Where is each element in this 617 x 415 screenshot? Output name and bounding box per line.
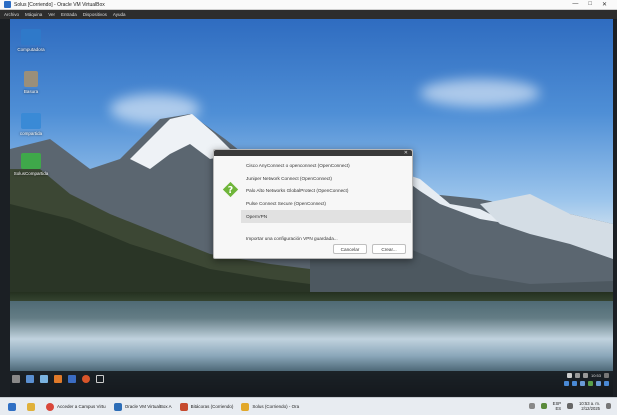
folder-icon <box>27 402 35 411</box>
show-desktop-icon[interactable] <box>26 375 34 383</box>
power-icon[interactable] <box>604 373 609 378</box>
computer-icon <box>21 29 41 45</box>
restore-button[interactable]: □ <box>588 1 592 8</box>
software-center-icon[interactable] <box>68 375 76 383</box>
taskbar-item-chrome[interactable]: Acceder a Campus Virtu <box>46 402 106 411</box>
menu-ayuda[interactable]: Ayuda <box>113 12 126 17</box>
shared-folder-icon <box>21 153 41 169</box>
vbox-titlebar: Solus [Corriendo] - Oracle VM VirtualBox… <box>0 0 617 10</box>
taskbar-item-label: Acceder a Campus Virtu <box>57 404 106 409</box>
guest-desktop: Computadora Basura compartida SolusCompa… <box>10 19 613 396</box>
volume-icon[interactable] <box>582 373 588 378</box>
speaker-icon[interactable] <box>567 403 574 409</box>
menu-entrada[interactable]: Entrada <box>61 12 77 17</box>
notification-icon[interactable] <box>566 373 572 378</box>
host-clock[interactable]: 10:53 a. m. 2/12/2025 <box>579 401 600 411</box>
desktop-icon-solus-shared[interactable]: SolusCompartida <box>14 153 48 176</box>
window-title: Solus [Corriendo] - Oracle VM VirtualBox <box>14 1 105 8</box>
chevron-up-icon[interactable] <box>528 403 535 409</box>
vpn-type-list: Cisco AnyConnect o openconnect (OpenConn… <box>241 159 411 223</box>
taskbar-item-vm-bitacoras[interactable]: Bitácoras (Corriendo) <box>179 402 234 411</box>
guest-clock: 10:53 <box>590 373 601 378</box>
vpn-type-dialog: ✕ ? Cisco AnyConnect o openconnect (Open… <box>213 149 413 259</box>
svg-text:?: ? <box>228 185 233 196</box>
taskbar-item-vm-solus[interactable]: Solus (Corriendo) - Ora <box>241 402 300 411</box>
shared-folder-icon <box>21 113 41 129</box>
app-menu-icon[interactable] <box>12 375 20 383</box>
vbox-status-icon <box>588 381 593 386</box>
clock-date: 2/12/2025 <box>581 406 600 411</box>
taskbar-item-label: Solus (Corriendo) - Ora <box>252 404 300 409</box>
desktop-icon-label: compartida <box>19 131 43 136</box>
cancel-button[interactable]: Cancelar <box>333 244 367 254</box>
virtualbox-icon <box>113 402 122 411</box>
virtualbox-icon <box>241 402 250 411</box>
trash-icon <box>24 71 38 87</box>
chrome-icon <box>46 402 54 411</box>
desktop-icon-trash[interactable]: Basura <box>14 71 48 94</box>
file-manager-icon <box>8 402 16 411</box>
network-icon[interactable] <box>540 403 547 409</box>
window-icon[interactable] <box>96 375 104 383</box>
import-vpn-config-option[interactable]: Importar una configuración VPN guardada.… <box>241 233 411 244</box>
taskbar-item-files[interactable] <box>8 402 19 411</box>
vbox-status-icon <box>564 381 569 386</box>
vpn-option-juniper[interactable]: Juniper Network Connect (OpenConnect) <box>241 172 411 185</box>
language-sub: ES <box>555 406 562 411</box>
virtualbox-icon <box>179 402 188 411</box>
vbox-status-icon <box>596 381 601 386</box>
desktop-icon-computer[interactable]: Computadora <box>14 29 48 52</box>
vpn-question-icon: ? <box>222 181 239 198</box>
desktop-icon-label: Computadora <box>17 47 45 52</box>
network-icon[interactable] <box>574 373 580 378</box>
guest-panel: 10:53 <box>10 371 613 396</box>
close-button[interactable]: ✕ <box>602 1 607 8</box>
language-indicator[interactable]: ESP ES <box>553 401 561 411</box>
dialog-titlebar: ✕ <box>214 150 412 156</box>
vbox-menubar: Archivo Máquina Ver Entrada Dispositivos… <box>0 10 617 19</box>
virtualbox-icon <box>4 1 11 8</box>
vpn-option-openvpn[interactable]: OpenVPN <box>241 210 411 223</box>
vpn-option-pulse[interactable]: Pulse Connect Secure (OpenConnect) <box>241 197 411 210</box>
screen: Solus [Corriendo] - Oracle VM VirtualBox… <box>0 0 617 415</box>
menu-ver[interactable]: Ver <box>48 12 55 17</box>
menu-maquina[interactable]: Máquina <box>25 12 42 17</box>
ubuntu-icon[interactable] <box>82 375 90 383</box>
desktop-icon-label: SolusCompartida <box>13 171 49 176</box>
vbox-status-icon <box>580 381 585 386</box>
notifications-icon[interactable] <box>606 403 611 409</box>
taskbar-item-label: Bitácoras (Corriendo) <box>190 404 234 409</box>
taskbar-item-virtualbox-manager[interactable]: Oracle VM VirtualBox A <box>113 402 172 411</box>
vbox-status-icon <box>604 381 609 386</box>
close-icon[interactable]: ✕ <box>404 150 408 156</box>
file-manager-icon[interactable] <box>40 375 48 383</box>
create-button[interactable]: Crear... <box>372 244 406 254</box>
desktop-icon-label: Basura <box>23 89 39 94</box>
host-taskbar: Acceder a Campus Virtu Oracle VM Virtual… <box>0 397 617 415</box>
taskbar-item-label: Oracle VM VirtualBox A <box>124 404 172 409</box>
vpn-option-paloalto[interactable]: Palo Alto Networks GlobalProtect (OpenCo… <box>241 185 411 198</box>
menu-archivo[interactable]: Archivo <box>4 12 19 17</box>
firefox-icon[interactable] <box>54 375 62 383</box>
desktop-icon-shared[interactable]: compartida <box>14 113 48 136</box>
vpn-option-cisco[interactable]: Cisco AnyConnect o openconnect (OpenConn… <box>241 159 411 172</box>
taskbar-item-folder[interactable] <box>27 402 38 411</box>
minimize-button[interactable]: — <box>572 1 578 8</box>
menu-dispositivos[interactable]: Dispositivos <box>83 12 107 17</box>
vbox-status-icon <box>572 381 577 386</box>
